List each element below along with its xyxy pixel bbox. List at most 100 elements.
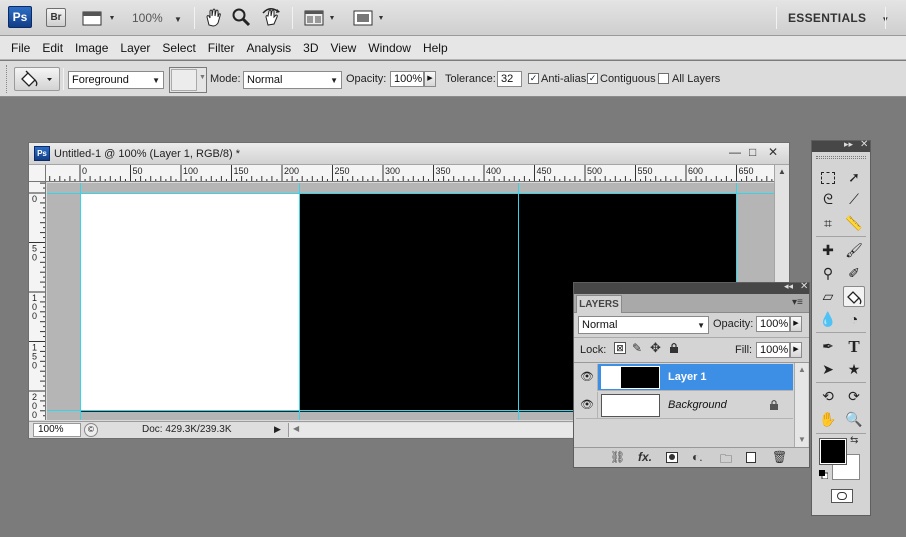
horizontal-ruler[interactable]: 0 50 100 150 200 250 300 350 400 450 500 550 600 650: [46, 165, 774, 182]
zoom-level-dropdown[interactable]: 100% ▼: [132, 11, 182, 25]
scroll-left-icon[interactable]: ◀: [293, 424, 299, 433]
menu-help[interactable]: Help: [417, 36, 454, 60]
rotate-view-button[interactable]: [260, 7, 282, 30]
vertical-ruler[interactable]: 0 50 100 150 200: [29, 182, 46, 420]
layer-opacity-slider-button[interactable]: ▶: [790, 316, 802, 332]
menu-3d[interactable]: 3D: [297, 36, 324, 60]
visibility-toggle[interactable]: 👁: [576, 364, 598, 391]
magic-wand-tool[interactable]: ⟋: [843, 189, 865, 210]
menu-edit[interactable]: Edit: [36, 36, 69, 60]
adjustment-layer-icon[interactable]: ◐.: [692, 450, 703, 464]
scroll-down-icon[interactable]: ▼: [798, 435, 806, 444]
type-tool[interactable]: T: [843, 336, 865, 357]
layers-scrollbar[interactable]: ▲ ▼: [794, 363, 808, 447]
3d-rotate-tool[interactable]: ⟲: [817, 386, 839, 407]
tolerance-input[interactable]: 32: [497, 71, 522, 87]
menu-window[interactable]: Window: [362, 36, 417, 60]
foreground-color-swatch[interactable]: [819, 438, 847, 465]
status-info-icon[interactable]: ©: [84, 423, 98, 437]
lock-image-pixels-icon[interactable]: ✎: [632, 341, 642, 355]
document-title-bar[interactable]: Ps Untitled-1 @ 100% (Layer 1, RGB/8) * …: [29, 143, 789, 165]
lock-all-icon[interactable]: [669, 342, 679, 353]
layer-row-background[interactable]: 👁 Background: [576, 392, 793, 419]
layer-name[interactable]: Background: [668, 399, 727, 411]
scroll-up-icon[interactable]: ▲: [778, 167, 786, 176]
dodge-tool[interactable]: ◔: [843, 309, 865, 330]
move-tool[interactable]: ➚: [843, 167, 865, 188]
new-group-icon[interactable]: 🗀: [720, 450, 732, 471]
fill-slider-button[interactable]: ▶: [790, 342, 802, 358]
hand-tool-button[interactable]: [203, 7, 223, 30]
layer-blend-mode-select[interactable]: Normal ▼: [578, 316, 709, 334]
zoom-tool-button[interactable]: [231, 7, 251, 30]
layer-opacity-input[interactable]: 100%: [756, 316, 790, 332]
fill-source-select[interactable]: Foreground ▼: [68, 71, 164, 89]
eraser-tool[interactable]: ▱: [817, 286, 839, 307]
menu-view[interactable]: View: [324, 36, 362, 60]
fill-input[interactable]: 100%: [756, 342, 790, 358]
zoom-level-input[interactable]: 100%: [33, 423, 81, 437]
workspace-switcher[interactable]: ESSENTIALS ▼: [788, 11, 889, 25]
extras-dropdown-button[interactable]: [82, 9, 118, 30]
blend-mode-select[interactable]: Normal ▼: [243, 71, 342, 89]
blur-tool[interactable]: 💧: [817, 309, 839, 330]
zoom-tool[interactable]: 🔍: [843, 409, 865, 430]
collapse-panel-icon[interactable]: ◂◂: [784, 281, 793, 292]
marquee-tool[interactable]: [817, 167, 839, 188]
menu-layer[interactable]: Layer: [114, 36, 156, 60]
guide-vertical-1[interactable]: [80, 183, 81, 420]
layer-style-icon[interactable]: fx.: [638, 450, 652, 464]
hand-tool[interactable]: ✋: [817, 409, 839, 430]
lasso-tool[interactable]: ᘓ: [817, 189, 839, 210]
close-button[interactable]: ✕: [768, 145, 778, 159]
status-menu-arrow-icon[interactable]: ▶: [274, 424, 281, 435]
ruler-tool[interactable]: 📏: [843, 213, 865, 234]
screen-mode-button[interactable]: [353, 9, 389, 30]
lock-transparent-pixels-icon[interactable]: ⊠: [614, 342, 626, 354]
grip-handle[interactable]: [6, 65, 8, 93]
all-layers-checkbox[interactable]: [658, 73, 669, 84]
maximize-button[interactable]: □: [749, 145, 756, 159]
3d-orbit-tool[interactable]: ⟳: [843, 386, 865, 407]
menu-analysis[interactable]: Analysis: [240, 36, 297, 60]
panel-menu-icon[interactable]: ▾≡: [792, 297, 803, 308]
tools-panel-header[interactable]: ▸▸ ✕: [812, 139, 870, 152]
tab-layers[interactable]: LAYERS: [576, 295, 622, 313]
expand-panel-icon[interactable]: ▸▸: [844, 139, 853, 150]
opacity-input[interactable]: 100%: [390, 71, 424, 87]
opacity-slider-button[interactable]: ▶: [424, 71, 436, 87]
arrange-documents-button[interactable]: [304, 9, 340, 30]
menu-filter[interactable]: Filter: [202, 36, 241, 60]
brush-tool[interactable]: 🖌: [843, 240, 865, 261]
minimize-button[interactable]: —: [729, 145, 741, 159]
tools-grip[interactable]: [816, 156, 866, 159]
clone-stamp-tool[interactable]: ⚲: [817, 263, 839, 284]
swap-colors-icon[interactable]: ⇆: [850, 435, 858, 446]
new-layer-icon[interactable]: [746, 452, 756, 463]
layer-row-layer-1[interactable]: 👁 Layer 1: [576, 364, 793, 391]
healing-brush-tool[interactable]: ✚: [817, 240, 839, 261]
antialias-checkbox[interactable]: ✓: [528, 73, 539, 84]
menu-file[interactable]: File: [5, 36, 36, 60]
menu-select[interactable]: Select: [156, 36, 201, 60]
link-layers-icon[interactable]: ⛓: [610, 450, 625, 464]
quick-mask-button[interactable]: [831, 489, 853, 503]
visibility-toggle[interactable]: 👁: [576, 392, 598, 419]
crop-tool[interactable]: ⌗: [817, 213, 839, 234]
scroll-up-icon[interactable]: ▲: [798, 365, 806, 374]
guide-vertical-2[interactable]: [299, 183, 300, 420]
history-brush-tool[interactable]: ✐: [843, 263, 865, 284]
layer-name[interactable]: Layer 1: [668, 371, 707, 383]
guide-horizontal-top[interactable]: [47, 193, 774, 194]
bridge-launch-button[interactable]: Br: [46, 8, 66, 27]
custom-shape-tool[interactable]: ★: [843, 359, 865, 380]
default-colors-icon[interactable]: [819, 470, 829, 480]
close-panel-icon[interactable]: ✕: [800, 281, 808, 292]
lock-position-icon[interactable]: ✥: [650, 340, 661, 356]
paint-bucket-tool[interactable]: [843, 286, 865, 307]
trash-icon[interactable]: 🗑: [772, 450, 787, 464]
pen-tool[interactable]: ✒: [817, 336, 839, 357]
panel-header[interactable]: ◂◂ ✕: [574, 281, 809, 294]
tool-preset-picker[interactable]: [14, 67, 60, 91]
path-selection-tool[interactable]: ➤: [817, 359, 839, 380]
